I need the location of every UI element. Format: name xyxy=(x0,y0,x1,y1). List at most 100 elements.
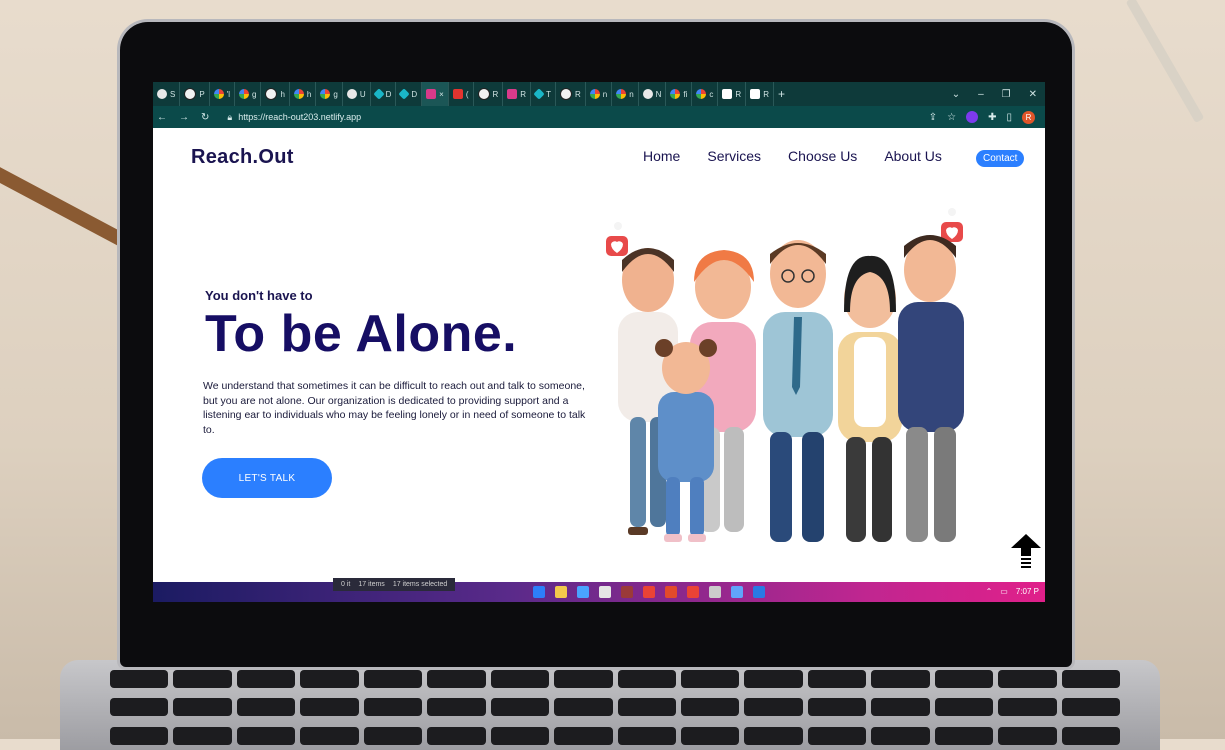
keyboard-key xyxy=(236,726,296,745)
bookmark-star-icon[interactable]: ☆ xyxy=(947,112,956,123)
browser-tab[interactable]: R xyxy=(503,82,532,106)
chevron-up-icon[interactable]: ⌃ xyxy=(986,587,993,596)
github-icon xyxy=(265,88,278,100)
browser-tab[interactable]: × xyxy=(422,82,449,106)
browser-tab[interactable]: S xyxy=(153,82,181,106)
tab-label: n xyxy=(629,89,634,99)
extensions-puzzle-icon[interactable]: ✚ xyxy=(988,112,996,123)
browser-tab[interactable]: R xyxy=(746,82,774,106)
taskbar-app-icon[interactable] xyxy=(555,586,567,598)
keyboard-key xyxy=(300,698,359,717)
tab-label: c xyxy=(709,89,714,99)
keyboard-key xyxy=(744,670,803,688)
taskbar-app-icon[interactable] xyxy=(533,586,545,598)
keyboard-key xyxy=(110,698,169,717)
tab-label: R xyxy=(492,89,499,99)
tab-label: fi xyxy=(683,89,688,99)
extension-twitch-icon[interactable] xyxy=(966,111,979,123)
browser-tab[interactable]: P xyxy=(180,82,210,106)
r-icon xyxy=(722,89,733,99)
browser-tab[interactable]: T xyxy=(531,82,556,106)
browser-tab[interactable]: c xyxy=(692,82,719,106)
close-window-button[interactable]: ✕ xyxy=(1029,89,1037,100)
share-icon[interactable]: ⇪ xyxy=(929,112,937,123)
keyboard-key xyxy=(680,726,740,745)
profile-avatar[interactable]: R xyxy=(1022,110,1035,124)
generic-icon xyxy=(642,89,653,99)
new-tab-button[interactable]: + xyxy=(774,82,789,106)
taskbar-app-icon[interactable] xyxy=(599,586,611,598)
browser-tab[interactable]: U xyxy=(343,82,371,106)
network-icon[interactable]: ▭ xyxy=(1000,587,1008,596)
taskbar-app-icon[interactable] xyxy=(577,586,589,598)
laptop-screen: S P 'l g h h g U D D × (R R T Rn n Nfi c R R + ⌄ – ❐ ✕ ← → … xyxy=(153,82,1045,602)
browser-tab[interactable]: fi xyxy=(666,82,693,106)
red-icon xyxy=(452,89,463,99)
nav-home[interactable]: Home xyxy=(643,148,680,164)
google-icon xyxy=(589,89,600,99)
browser-tab[interactable]: h xyxy=(261,82,290,106)
browser-tab[interactable]: n xyxy=(586,82,613,106)
browser-tab[interactable]: D xyxy=(396,82,423,106)
browser-tab[interactable]: D xyxy=(371,82,397,106)
nav-about-us[interactable]: About Us xyxy=(884,148,942,164)
browser-tab[interactable]: n xyxy=(612,82,639,106)
tab-label: × xyxy=(439,89,444,99)
tab-label: 'l xyxy=(226,89,230,99)
keyboard-key xyxy=(490,698,550,717)
browser-tab[interactable]: ( xyxy=(449,82,474,106)
nav-choose-us[interactable]: Choose Us xyxy=(788,148,857,164)
keyboard-key xyxy=(1061,726,1120,745)
scroll-top-arrow-icon[interactable] xyxy=(1011,534,1041,570)
lets-talk-button[interactable]: LET'S TALK xyxy=(202,458,332,498)
keyboard-key xyxy=(871,670,930,688)
tab-label: P xyxy=(199,89,205,99)
hero-title: To be Alone. xyxy=(205,305,518,363)
minimize-button[interactable]: – xyxy=(978,89,984,100)
generic-icon xyxy=(157,89,167,99)
heart-bubble-icon xyxy=(606,222,628,256)
browser-tab[interactable]: h xyxy=(290,82,317,106)
back-icon[interactable]: ← xyxy=(157,112,167,123)
keyboard-key xyxy=(807,698,867,717)
browser-tab[interactable]: g xyxy=(235,82,262,106)
url-field[interactable]: https://reach-out203.netlify.app xyxy=(238,112,361,122)
browser-tab[interactable]: 'l xyxy=(210,82,235,106)
taskbar-app-icon[interactable] xyxy=(709,586,721,598)
taskbar-app-icon[interactable] xyxy=(643,586,655,598)
keyboard-key xyxy=(554,698,613,717)
contact-button[interactable]: Contact xyxy=(976,150,1025,167)
google-icon xyxy=(213,89,224,99)
clock[interactable]: 7:07 P xyxy=(1016,587,1039,596)
taskbar-app-icon[interactable] xyxy=(621,586,633,598)
keyboard-key xyxy=(300,670,359,688)
browser-tab[interactable]: R xyxy=(556,82,586,106)
taskbar-app-icon[interactable] xyxy=(687,586,699,598)
browser-tab[interactable]: R xyxy=(474,82,504,106)
tab-search-icon[interactable]: ⌄ xyxy=(952,89,960,100)
browser-tab[interactable]: R xyxy=(718,82,747,106)
taskbar-apps xyxy=(533,586,765,598)
keyboard-key xyxy=(554,726,613,745)
person-figure xyxy=(838,255,902,542)
keyboard-key xyxy=(998,726,1057,745)
diamond-icon xyxy=(533,88,545,100)
site-logo[interactable]: Reach.Out xyxy=(191,146,294,169)
reload-icon[interactable]: ↻ xyxy=(201,112,209,123)
keyboard-key xyxy=(617,670,676,688)
forward-icon[interactable]: → xyxy=(179,112,189,123)
keyboard-key xyxy=(173,726,232,745)
sidebar-icon[interactable]: ▯ xyxy=(1006,112,1012,123)
keyboard-key xyxy=(680,698,740,717)
tab-label: R xyxy=(574,89,581,99)
browser-tab[interactable]: g xyxy=(316,82,343,106)
taskbar-app-icon[interactable] xyxy=(753,586,765,598)
taskbar-app-icon[interactable] xyxy=(731,586,743,598)
keyboard-key xyxy=(490,670,550,688)
google-icon xyxy=(616,89,627,99)
taskbar-app-icon[interactable] xyxy=(665,586,677,598)
browser-tab[interactable]: N xyxy=(639,82,667,106)
maximize-button[interactable]: ❐ xyxy=(1002,89,1011,100)
nav-services[interactable]: Services xyxy=(707,148,761,164)
keyboard-key xyxy=(300,726,359,745)
